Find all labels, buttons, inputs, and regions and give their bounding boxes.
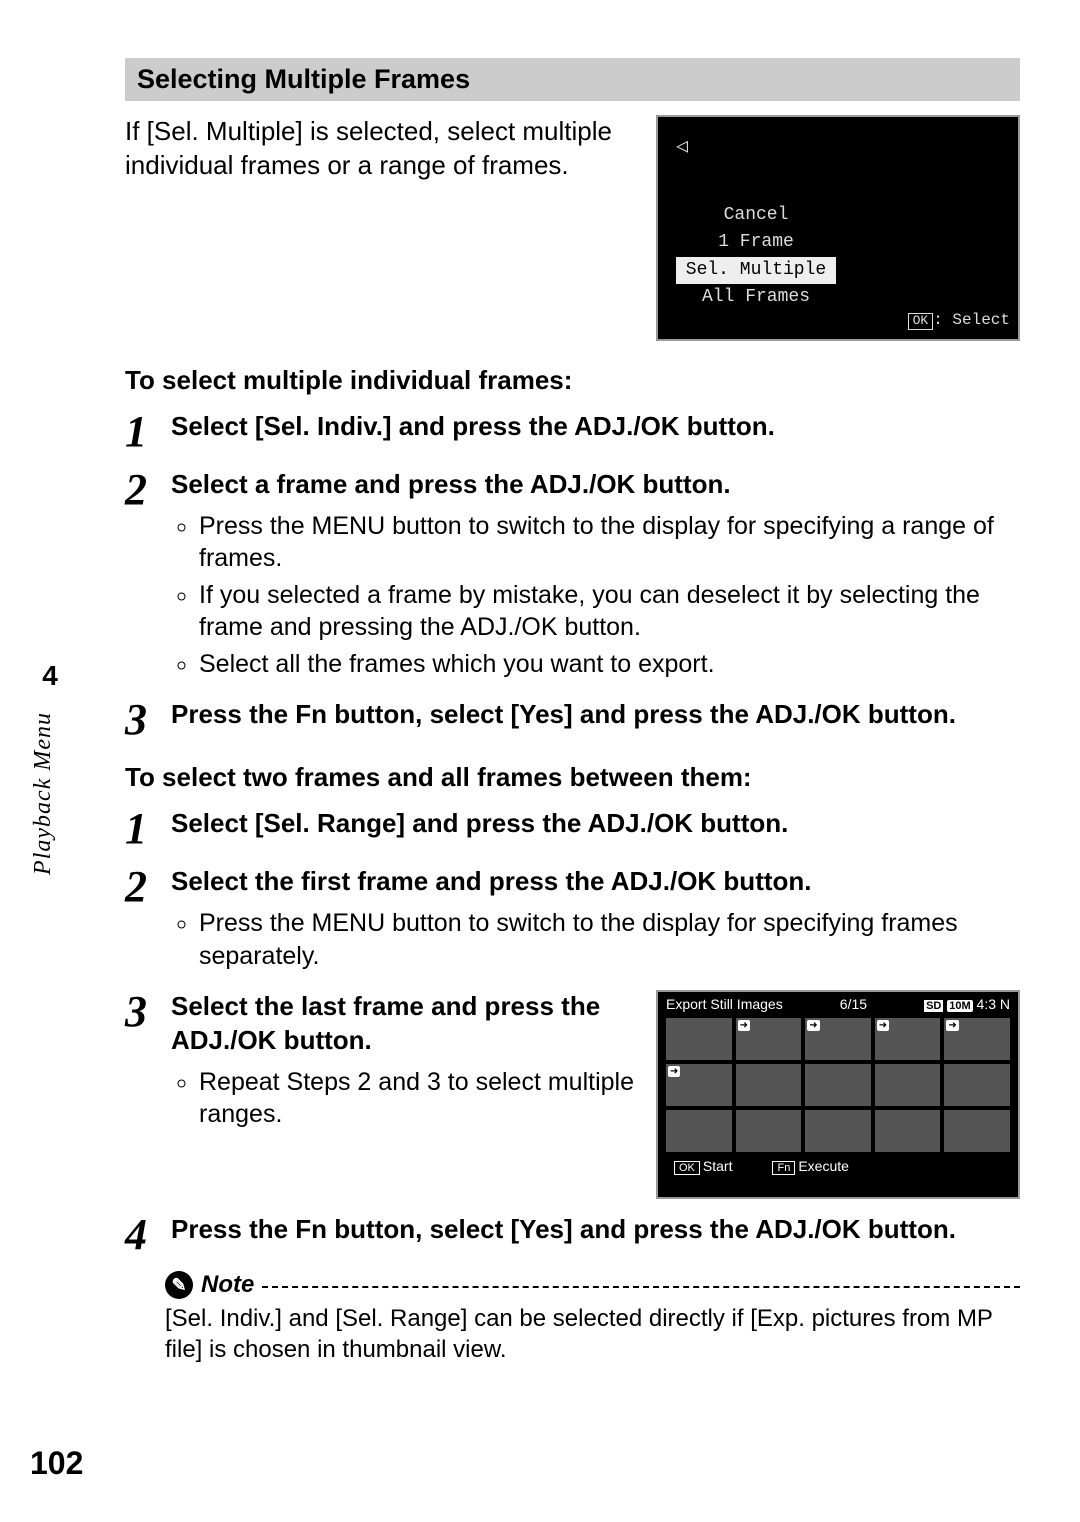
intro-text: If [Sel. Multiple] is selected, select m… [125, 115, 636, 183]
thumbnail-cell [666, 1018, 732, 1060]
step-number: 3 [125, 990, 171, 1034]
step-number: 1 [125, 807, 171, 851]
menu-item: All Frames [676, 284, 836, 311]
step-title: Select [Sel. Range] and press the ADJ./O… [171, 807, 1020, 841]
thumbnail-cell [875, 1064, 941, 1106]
step-bullet: Press the MENU button to switch to the d… [199, 907, 1020, 972]
thumbnail-cell [805, 1110, 871, 1152]
note-header: ✎ Note [165, 1271, 1020, 1299]
step-title: Press the Fn button, select [Yes] and pr… [171, 698, 1020, 732]
note-icon: ✎ [165, 1271, 193, 1299]
note-dash [262, 1286, 1020, 1288]
camera-lcd-menu: ◁ Cancel 1 Frame Sel. Multiple All Frame… [656, 115, 1020, 341]
menu-item: 1 Frame [676, 229, 836, 256]
chapter-number: 4 [30, 660, 70, 692]
thumbnail-cell: ➜ [875, 1018, 941, 1060]
back-icon: ◁ [676, 135, 688, 161]
thumbnail-cell [736, 1064, 802, 1106]
thumbnail-cell [875, 1110, 941, 1152]
step-title: Press the Fn button, select [Yes] and pr… [171, 1213, 1020, 1247]
step-number: 2 [125, 865, 171, 909]
step-title: Select the first frame and press the ADJ… [171, 865, 1020, 899]
section-header: Selecting Multiple Frames [125, 58, 1020, 101]
step-title: Select [Sel. Indiv.] and press the ADJ./… [171, 410, 1020, 444]
export-mark-icon: ➜ [668, 1066, 680, 1077]
step-number: 1 [125, 410, 171, 454]
thumbnail-cell [944, 1064, 1010, 1106]
note-body: [Sel. Indiv.] and [Sel. Range] can be se… [165, 1303, 1020, 1365]
step-number: 2 [125, 468, 171, 512]
thumbnail-cell: ➜ [805, 1018, 871, 1060]
menu-item: Cancel [676, 202, 836, 229]
export-mark-icon: ➜ [946, 1020, 958, 1031]
subheading-individual: To select multiple individual frames: [125, 365, 1020, 396]
ok-select-hint: OK: Select [908, 310, 1010, 331]
chapter-title-vertical: Playback Menu [30, 712, 57, 875]
step-title: Select a frame and press the ADJ./OK but… [171, 468, 1020, 502]
thumbnail-cell [944, 1110, 1010, 1152]
note-label: Note [201, 1271, 254, 1299]
step-bullet: Repeat Steps 2 and 3 to select multiple … [199, 1066, 636, 1131]
thumbnail-cell: ➜ [944, 1018, 1010, 1060]
step-title: Select the last frame and press the ADJ.… [171, 990, 636, 1058]
thumbnail-cell: ➜ [736, 1018, 802, 1060]
thumbnail-cell: ➜ [666, 1064, 732, 1106]
menu-item-selected: Sel. Multiple [676, 257, 836, 284]
step-bullet: If you selected a frame by mistake, you … [199, 579, 1020, 644]
step-bullet: Press the MENU button to switch to the d… [199, 510, 1020, 575]
export-mark-icon: ➜ [877, 1020, 889, 1031]
page-number: 102 [30, 1445, 83, 1482]
export-mark-icon: ➜ [738, 1020, 750, 1031]
export-mark-icon: ➜ [807, 1020, 819, 1031]
thumbnail-cell [666, 1110, 732, 1152]
step-number: 4 [125, 1213, 171, 1257]
step-number: 3 [125, 698, 171, 742]
side-tab: 4 Playback Menu [30, 660, 70, 875]
subheading-range: To select two frames and all frames betw… [125, 762, 1020, 793]
camera-lcd-thumbnails: Export Still Images6/15SD 10M 4:3 N➜➜➜➜➜… [656, 990, 1020, 1199]
thumbnail-cell [736, 1110, 802, 1152]
step-bullet: Select all the frames which you want to … [199, 648, 1020, 681]
thumbnail-cell [805, 1064, 871, 1106]
